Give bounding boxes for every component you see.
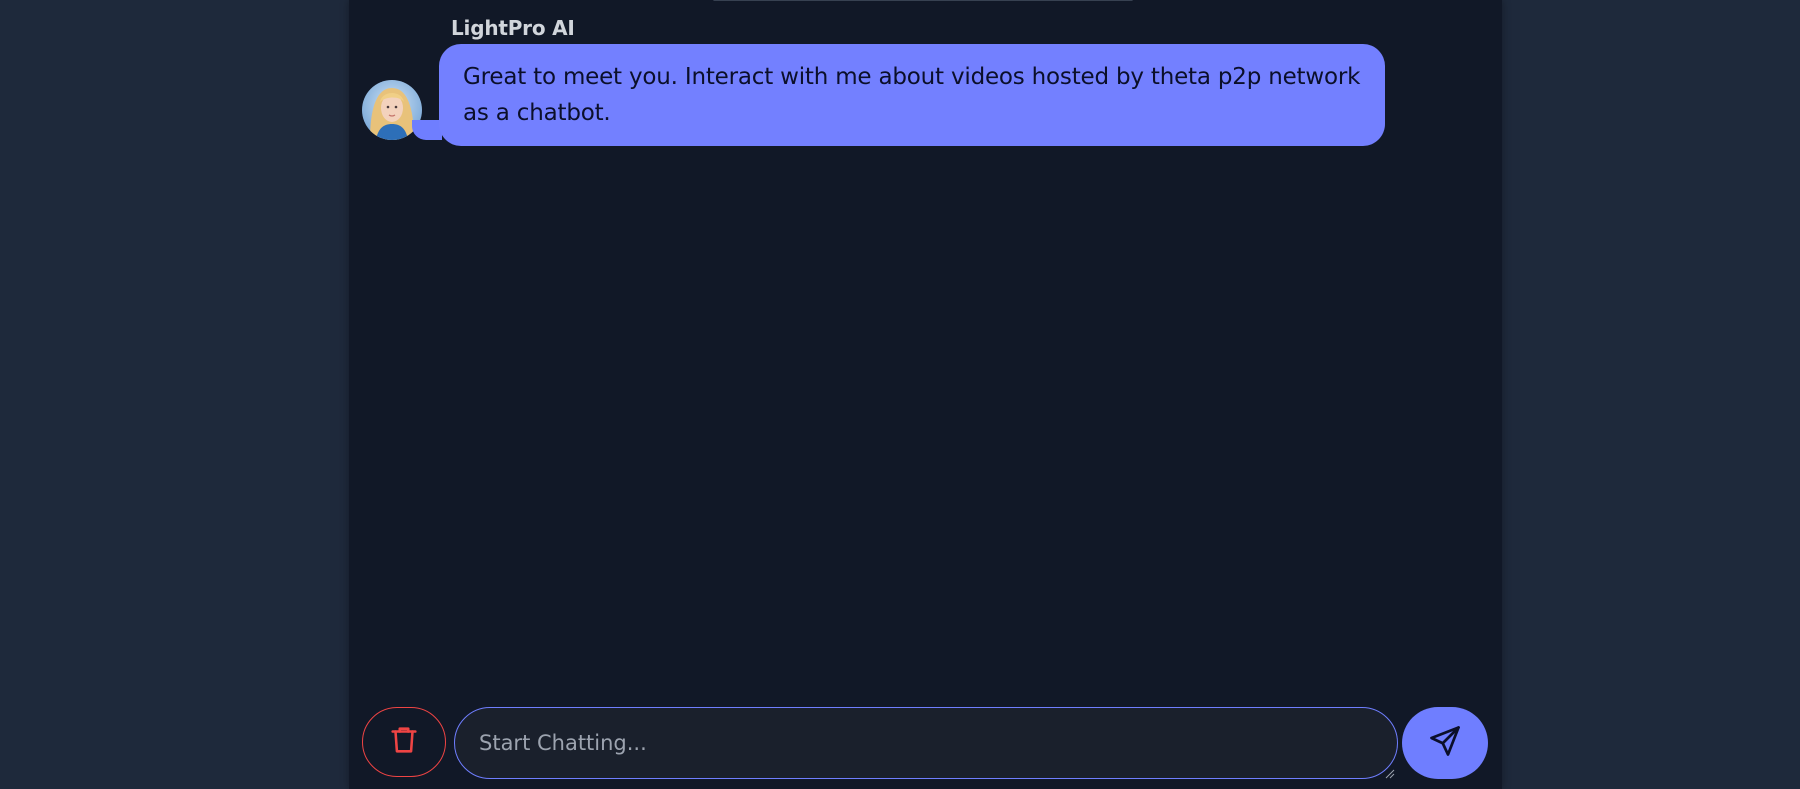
- bubble-tail: [412, 120, 442, 140]
- page: LightPro AI Great to meet you. Interact …: [0, 0, 1800, 789]
- chat-panel: LightPro AI Great to meet you. Interact …: [349, 0, 1502, 789]
- message-bubble: Great to meet you. Interact with me abou…: [439, 44, 1385, 146]
- chat-input-container: [454, 707, 1398, 779]
- send-button[interactable]: [1402, 707, 1488, 779]
- sender-name: LightPro AI: [451, 16, 575, 40]
- trash-icon: [387, 722, 421, 762]
- resize-handle-icon[interactable]: [1383, 764, 1395, 779]
- composer: [362, 707, 1490, 779]
- top-divider: [713, 0, 1133, 1]
- send-icon: [1427, 723, 1463, 763]
- chat-input[interactable]: [477, 708, 1361, 778]
- clear-chat-button[interactable]: [362, 707, 446, 777]
